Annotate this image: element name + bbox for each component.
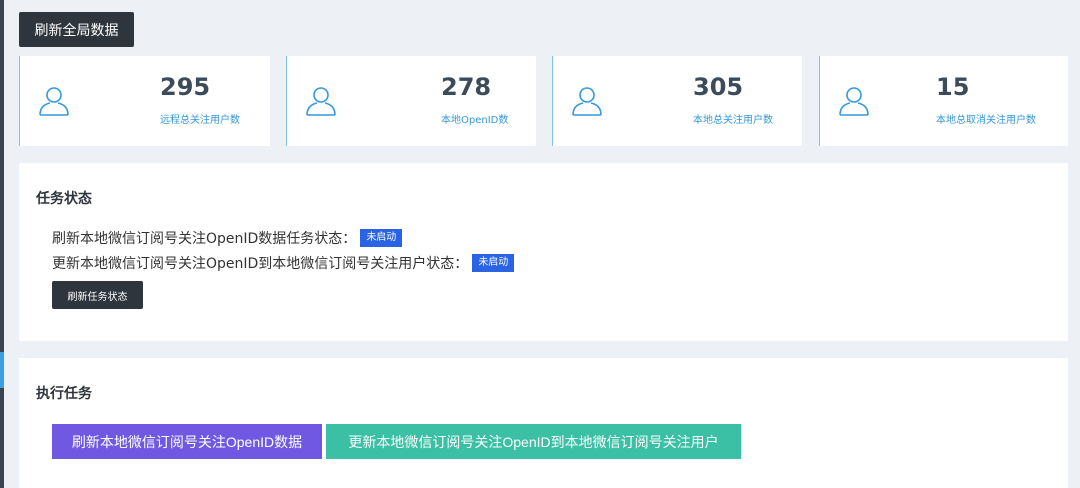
user-icon xyxy=(572,87,602,116)
stat-value: 305 xyxy=(693,73,744,101)
update-followers-button[interactable]: 更新本地微信订阅号关注OpenID到本地微信订阅号关注用户 xyxy=(326,424,741,459)
stat-card-remote-followers: 295 远程总关注用户数 xyxy=(19,56,270,146)
status-badge: 未启动 xyxy=(472,254,515,272)
stat-label: 本地总关注用户数 xyxy=(693,115,773,126)
stat-value: 295 xyxy=(160,73,211,101)
status-text: 刷新本地微信订阅号关注OpenID数据任务状态： xyxy=(52,231,357,247)
stat-label: 远程总关注用户数 xyxy=(160,115,240,126)
left-sidebar-edge xyxy=(0,0,4,488)
status-text: 更新本地微信订阅号关注OpenID到本地微信订阅号关注用户状态： xyxy=(52,256,469,272)
panel-title: 执行任务 xyxy=(36,386,92,402)
stat-value: 278 xyxy=(441,73,492,101)
user-icon xyxy=(306,87,336,116)
stat-value: 15 xyxy=(936,73,970,101)
user-icon xyxy=(39,87,69,116)
refresh-all-data-button[interactable]: 刷新全局数据 xyxy=(19,12,134,47)
execute-task-panel: 执行任务 刷新本地微信订阅号关注OpenID数据 更新本地微信订阅号关注Open… xyxy=(19,358,1068,488)
status-line-refresh-openid: 刷新本地微信订阅号关注OpenID数据任务状态： 未启动 xyxy=(52,228,403,248)
status-line-update-users: 更新本地微信订阅号关注OpenID到本地微信订阅号关注用户状态： 未启动 xyxy=(52,253,515,273)
stat-card-local-unfollowed: 15 本地总取消关注用户数 xyxy=(819,56,1068,146)
user-icon xyxy=(839,87,869,116)
panel-title: 任务状态 xyxy=(36,191,92,207)
stat-label: 本地OpenID数 xyxy=(441,115,509,126)
stat-card-local-followers: 305 本地总关注用户数 xyxy=(552,56,802,146)
stat-label: 本地总取消关注用户数 xyxy=(936,115,1036,126)
task-status-panel: 任务状态 刷新本地微信订阅号关注OpenID数据任务状态： 未启动 更新本地微信… xyxy=(19,163,1068,341)
stat-card-local-openid: 278 本地OpenID数 xyxy=(286,56,536,146)
status-badge: 未启动 xyxy=(360,229,403,247)
refresh-task-status-button[interactable]: 刷新任务状态 xyxy=(52,281,143,309)
refresh-openid-data-button[interactable]: 刷新本地微信订阅号关注OpenID数据 xyxy=(52,424,322,459)
sidebar-active-indicator xyxy=(0,352,4,388)
